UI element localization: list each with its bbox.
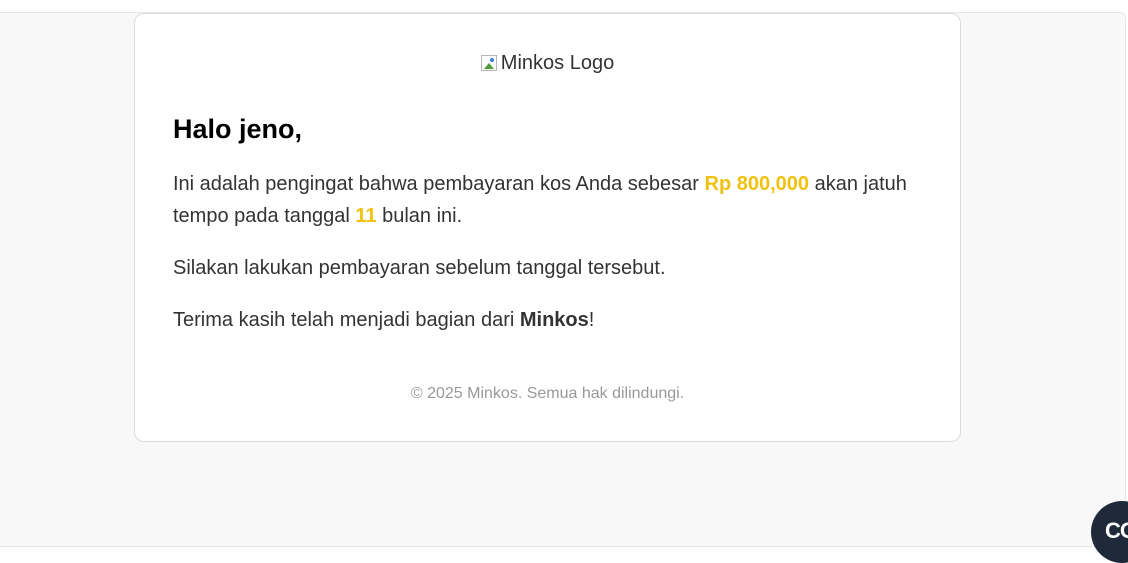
due-day: 11 — [355, 205, 377, 227]
thanks-paragraph: Terima kasih telah menjadi bagian dari M… — [173, 304, 933, 336]
instruction-paragraph: Silakan lakukan pembayaran sebelum tangg… — [173, 257, 666, 279]
reminder-text-start: Ini adalah pengingat bahwa pembayaran ko… — [173, 173, 705, 195]
reminder-text-end: bulan ini. — [376, 205, 463, 227]
reminder-paragraph: Ini adalah pengingat bahwa pembayaran ko… — [173, 168, 933, 232]
logo: Minkos Logo — [135, 52, 960, 75]
payment-amount: Rp 800,000 — [704, 173, 810, 195]
footer-copyright: © 2025 Minkos. Semua hak dilindungi. — [410, 385, 685, 402]
email-card: Minkos Logo Halo jeno, Ini adalah pengin… — [134, 13, 961, 442]
greeting-heading: Halo jeno, — [173, 114, 303, 144]
thanks-punctuation: ! — [588, 309, 595, 331]
logo-alt-text: Minkos Logo — [500, 52, 615, 74]
email-viewport: Minkos Logo Halo jeno, Ini adalah pengin… — [0, 12, 1126, 547]
broken-image-icon — [480, 55, 497, 71]
brand-name: Minkos — [519, 309, 589, 331]
thanks-text: Terima kasih telah menjadi bagian dari — [173, 309, 520, 331]
